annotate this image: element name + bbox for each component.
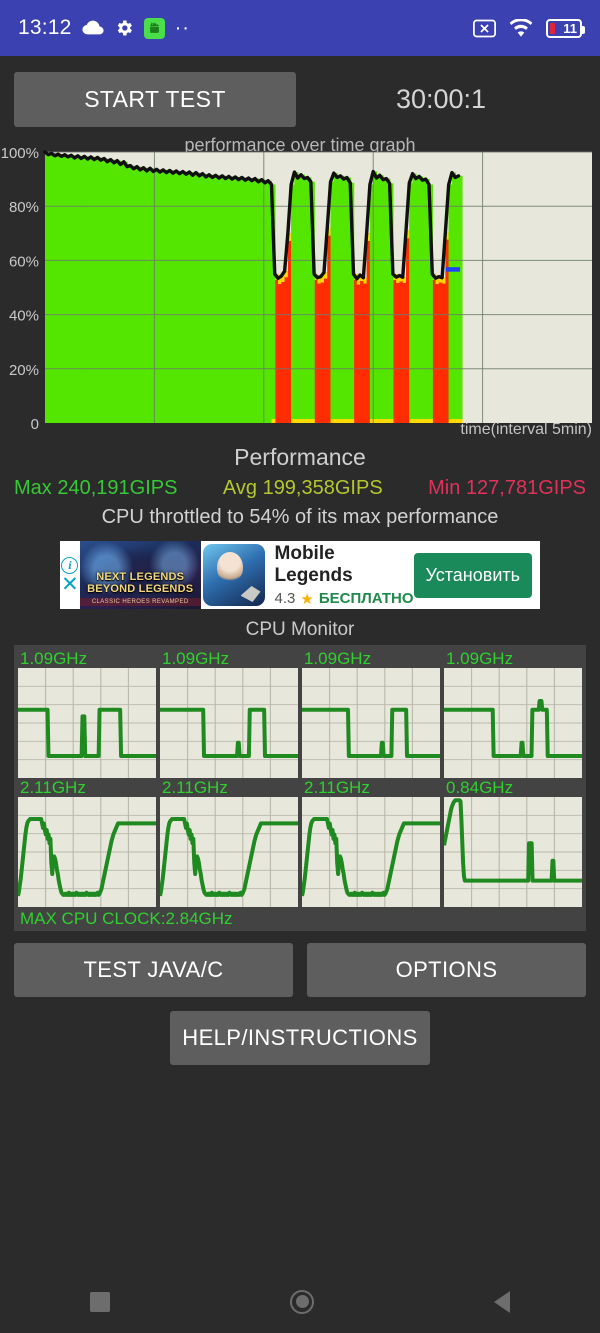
app-content: START TEST 30:00:1 performance over time… <box>0 56 600 1065</box>
gear-icon <box>114 18 134 38</box>
cpu-core-cell: 1.09GHz <box>18 649 156 778</box>
svg-text:100%: 100% <box>1 145 39 162</box>
cpu-core-frequency: 1.09GHz <box>162 649 230 668</box>
cpu-core-waveform <box>444 797 582 907</box>
help-instructions-button[interactable]: HELP/INSTRUCTIONS <box>170 1011 430 1065</box>
ad-text-block: Mobile Legends 4.3 ★ БЕСПЛАТНО <box>265 541 414 609</box>
performance-chart: performance over time graph 0 20% 40% 60% 80… <box>0 135 600 440</box>
performance-section: Performance Max 240,191GIPS Avg 199,358G… <box>0 440 600 529</box>
circle-home-icon[interactable] <box>290 1289 314 1314</box>
performance-avg: Avg 199,358GIPS <box>222 477 383 499</box>
cpu-monitor-title: CPU Monitor <box>245 619 355 640</box>
performance-stats-row: Max 240,191GIPS Avg 199,358GIPS Min 127,… <box>0 471 600 500</box>
cpu-core-waveform <box>302 797 440 907</box>
cpu-core-waveform <box>302 668 440 778</box>
cpu-core-frequency: 1.09GHz <box>446 649 514 668</box>
ad-hero-headline: NEXT LEGENDS BEYOND LEGENDS <box>87 571 194 595</box>
ad-app-title: Mobile Legends <box>274 542 353 586</box>
status-bar: 13:12 ·· 11 <box>0 0 600 56</box>
ad-install-button[interactable]: Установить <box>413 552 532 598</box>
performance-min: Min 127,781GIPS <box>428 477 586 499</box>
svg-text:20%: 20% <box>9 362 39 379</box>
chart-xlabel: time(interval 5min) <box>460 421 592 438</box>
top-toolbar: START TEST 30:00:1 <box>0 56 600 135</box>
battery-level: 11 <box>563 20 577 36</box>
max-cpu-clock-label: MAX CPU CLOCK:2.84GHz <box>20 909 233 928</box>
secondary-button-row: TEST JAVA/C OPTIONS <box>0 931 600 997</box>
cpu-core-cell: 1.09GHz <box>302 649 440 778</box>
performance-heading: Performance <box>234 444 366 470</box>
cpu-core-waveform <box>18 797 156 907</box>
ad-hero-image: NEXT LEGENDS BEYOND LEGENDS CLASSIC HERO… <box>79 541 201 609</box>
cpu-core-row: 2.11GHz 2.11GHz 2.11GHz 0.84GHz <box>18 778 582 907</box>
ad-banner[interactable]: i ✕ NEXT LEGENDS BEYOND LEGENDS CLASSIC … <box>60 541 540 609</box>
battery-fill <box>550 22 555 34</box>
cloud-icon <box>82 20 104 36</box>
ad-hero-subline: CLASSIC HEROES REVAMPED <box>79 598 201 606</box>
info-icon[interactable]: i <box>61 557 79 574</box>
star-icon: ★ <box>300 590 314 608</box>
performance-max: Max 240,191GIPS <box>14 477 178 499</box>
timer-display: 30:00:1 <box>395 84 487 114</box>
more-dots-icon: ·· <box>174 17 190 39</box>
cpu-core-frequency: 2.11GHz <box>304 778 370 797</box>
square-recents-icon[interactable] <box>90 1291 110 1312</box>
cpu-monitor-panel: 1.09GHz 1.09GHz 1.09GHz 1.09GHz 2.11GHz 2.11G… <box>14 645 586 931</box>
close-icon[interactable]: ✕ <box>61 574 79 595</box>
options-button[interactable]: OPTIONS <box>307 943 586 997</box>
cpu-monitor-section: CPU Monitor 1.09GHz 1.09GHz 1.09GHz 1.09GHz… <box>0 613 600 931</box>
triangle-back-icon[interactable] <box>494 1290 510 1313</box>
cpu-core-cell: 2.11GHz <box>302 778 440 907</box>
cpu-core-waveform <box>444 668 582 778</box>
cpu-core-grid: 1.09GHz 1.09GHz 1.09GHz 1.09GHz 2.11GHz 2.11G… <box>18 649 582 907</box>
cpu-core-frequency: 0.84GHz <box>446 778 514 797</box>
cpu-core-frequency: 2.11GHz <box>20 778 86 797</box>
cpu-core-frequency: 1.09GHz <box>304 649 372 668</box>
svg-text:60%: 60% <box>9 253 39 270</box>
cpu-core-waveform <box>160 797 298 907</box>
test-java-c-button[interactable]: TEST JAVA/C <box>14 943 293 997</box>
throttle-note: CPU throttled to 54% of its max performa… <box>101 506 499 528</box>
help-button-row: HELP/INSTRUCTIONS <box>0 997 600 1065</box>
ad-banner-wrapper: i ✕ NEXT LEGENDS BEYOND LEGENDS CLASSIC … <box>0 529 600 613</box>
cpu-core-cell: 2.11GHz <box>18 778 156 907</box>
ad-rating: 4.3 <box>274 590 296 607</box>
cpu-core-cell: 1.09GHz <box>444 649 582 778</box>
start-test-button[interactable]: START TEST <box>14 72 296 127</box>
status-clock: 13:12 <box>18 16 72 39</box>
ad-app-icon <box>202 544 265 606</box>
ad-subtitle-row: 4.3 ★ БЕСПЛАТНО <box>275 587 414 608</box>
cpu-core-row: 1.09GHz 1.09GHz 1.09GHz 1.09GHz <box>18 649 582 778</box>
status-bar-left: 13:12 ·· <box>18 16 190 40</box>
wifi-icon <box>509 17 533 38</box>
battery-icon: 11 <box>546 18 585 38</box>
cpu-core-cell: 0.84GHz <box>444 778 582 907</box>
cpu-core-cell: 1.09GHz <box>160 649 298 778</box>
svg-text:0: 0 <box>31 416 39 433</box>
android-app-icon <box>143 17 165 39</box>
ad-price-label: БЕСПЛАТНО <box>318 590 414 607</box>
status-bar-right: 11 <box>473 17 585 38</box>
cpu-core-waveform <box>160 668 298 778</box>
cpu-core-frequency: 1.09GHz <box>20 649 88 668</box>
cpu-core-frequency: 2.11GHz <box>162 778 228 797</box>
cpu-core-cell: 2.11GHz <box>160 778 298 907</box>
ad-controls: i ✕ <box>60 541 80 609</box>
svg-text:80%: 80% <box>9 199 39 216</box>
chart-canvas: 0 20% 40% 60% 80% 100% <box>1 145 592 433</box>
no-sim-icon <box>473 19 496 38</box>
cpu-core-waveform <box>18 668 156 778</box>
svg-text:40%: 40% <box>9 308 39 325</box>
system-nav-bar <box>0 1270 600 1333</box>
